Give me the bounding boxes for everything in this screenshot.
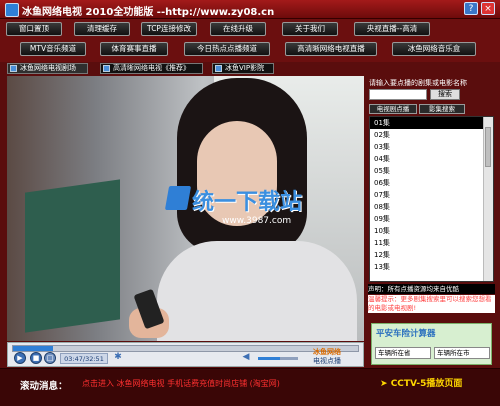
window-title: 冰鱼网络电视 2010全功能版 --http://www.zy08.cn (22, 7, 275, 18)
stop-button[interactable]: ■ (30, 352, 42, 364)
video-person-body (157, 241, 357, 341)
episode-item[interactable]: 04集 (370, 153, 484, 165)
online-upgrade-button[interactable]: 在线升级 (210, 22, 266, 36)
tab-tv-series-vod[interactable]: 电视剧点播 (369, 104, 417, 114)
seek-progress (13, 346, 54, 351)
tab-label: 高清晰网络电视《推荐》 (113, 64, 190, 72)
hot-vod-channel-button[interactable]: 今日热点点播频道 (184, 42, 270, 56)
search-button[interactable]: 搜索 (430, 89, 460, 100)
search-input[interactable] (369, 89, 427, 100)
episode-item[interactable]: 09集 (370, 213, 484, 225)
episode-item[interactable]: 07集 (370, 189, 484, 201)
volume-icon[interactable]: ◀ (240, 352, 252, 364)
episode-item[interactable]: 05集 (370, 165, 484, 177)
toolbar: 窗口置顶 清理缓存 TCP连接修改 在线升级 关于我们 央视直播--高清 MTV… (0, 19, 500, 62)
province-select[interactable]: 车辆所在省 (375, 347, 431, 359)
app-logo-icon (5, 3, 19, 17)
episode-item[interactable]: 01集 (370, 117, 484, 129)
volume-slider[interactable] (258, 357, 298, 360)
right-panel: 请输入要点播的剧集或电影名称 搜索 电视剧点播 影集搜索 01集 02集 03集 04… (368, 76, 495, 366)
disclaimer: 声明：所有点播资源均来自优酷 (368, 284, 495, 294)
tip-text: 温馨提示：更多剧集搜索里可以搜索您想看的电影或电视剧! (368, 295, 495, 313)
about-us-button[interactable]: 关于我们 (282, 22, 338, 36)
tv-icon (103, 65, 110, 72)
city-select[interactable]: 车辆所在市 (434, 347, 490, 359)
hd-tv-live-button[interactable]: 高清晰网络电视直播 (285, 42, 377, 56)
episode-item[interactable]: 10集 (370, 225, 484, 237)
arrow-icon: ➤ (380, 379, 391, 389)
tab-hd-tv-recommended[interactable]: 高清晰网络电视《推荐》 (100, 63, 203, 74)
tv-icon (10, 65, 17, 72)
tab-label: 冰鱼网络电视剧场 (20, 64, 76, 72)
video-player-screen[interactable]: 统一下载站 www.3987.com (7, 76, 364, 341)
clear-cache-button[interactable]: 清理缓存 (74, 22, 130, 36)
tab-vip-cinema[interactable]: 冰鱼VIP影院 (212, 63, 274, 74)
video-scenery (25, 179, 120, 333)
episode-item[interactable]: 02集 (370, 129, 484, 141)
search-prompt: 请输入要点播的剧集或电影名称 (369, 79, 467, 87)
episode-item[interactable]: 06集 (370, 177, 484, 189)
episode-item[interactable]: 12集 (370, 249, 484, 261)
player-brand-sub: 电视点播 (313, 357, 341, 365)
tab-label: 冰鱼VIP影院 (225, 64, 265, 72)
tcp-connection-button[interactable]: TCP连接修改 (141, 22, 197, 36)
pin-on-top-button[interactable]: 窗口置顶 (6, 22, 62, 36)
video-watermark-url: www.3987.com (222, 216, 292, 226)
player-controls: ▶ ■ □ 03:47/32:51 ✱ ◀ 冰鱼网络 电视点播 (7, 342, 364, 367)
scroll-message-link[interactable]: 点击进入 冰鱼网络电视 手机话费充值时尚店铺 (淘宝网) (82, 378, 280, 389)
cctv-hd-live-button[interactable]: 央视直播--高清 (354, 22, 430, 36)
episode-list: 01集 02集 03集 04集 05集 06集 07集 08集 09集 10集 11集 12集 13集 (369, 116, 494, 282)
scrollbar-thumb[interactable] (485, 127, 491, 167)
close-button[interactable]: × (481, 2, 495, 15)
episode-item[interactable]: 13集 (370, 261, 484, 273)
episode-scrollbar[interactable] (483, 117, 493, 281)
watermark-logo-icon (164, 186, 192, 210)
episode-item[interactable]: 03集 (370, 141, 484, 153)
main-tabs: 冰鱼网络电视剧场 高清晰网络电视《推荐》 冰鱼VIP影院 (0, 63, 500, 74)
cctv5-link-label: CCTV-5播放页面 (390, 379, 463, 389)
fullscreen-button[interactable]: □ (44, 352, 56, 364)
scroll-message-label: 滚动消息： (20, 381, 68, 392)
tab-tv-theater[interactable]: 冰鱼网络电视剧场 (7, 63, 88, 74)
time-display: 03:47/32:51 (60, 353, 108, 364)
episode-item[interactable]: 11集 (370, 237, 484, 249)
help-button[interactable]: ? (464, 2, 478, 15)
volume-level (258, 357, 280, 360)
video-watermark: 统一下载站 (192, 190, 303, 215)
episode-item[interactable]: 08集 (370, 201, 484, 213)
seek-bar[interactable] (12, 345, 359, 352)
mtv-music-channel-button[interactable]: MTV音乐频道 (20, 42, 86, 56)
tv-icon (215, 65, 222, 72)
car-insurance-ad[interactable]: 平安车险计算器 车辆所在省 车辆所在市 (371, 323, 492, 365)
title-bar: 冰鱼网络电视 2010全功能版 --http://www.zy08.cn ? × (0, 0, 500, 19)
play-pause-button[interactable]: ▶ (14, 352, 26, 364)
sports-live-button[interactable]: 体育赛事直播 (100, 42, 168, 56)
cctv5-link[interactable]: ➤ CCTV-5播放页面 (380, 376, 462, 389)
footer-bar: 滚动消息： 点击进入 冰鱼网络电视 手机话费充值时尚店铺 (淘宝网) ➤ CCT… (0, 368, 500, 406)
tab-series-search[interactable]: 影集搜索 (419, 104, 465, 114)
music-box-button[interactable]: 冰鱼网络音乐盒 (392, 42, 476, 56)
settings-icon[interactable]: ✱ (112, 352, 124, 364)
ad-title: 平安车险计算器 (376, 329, 436, 339)
